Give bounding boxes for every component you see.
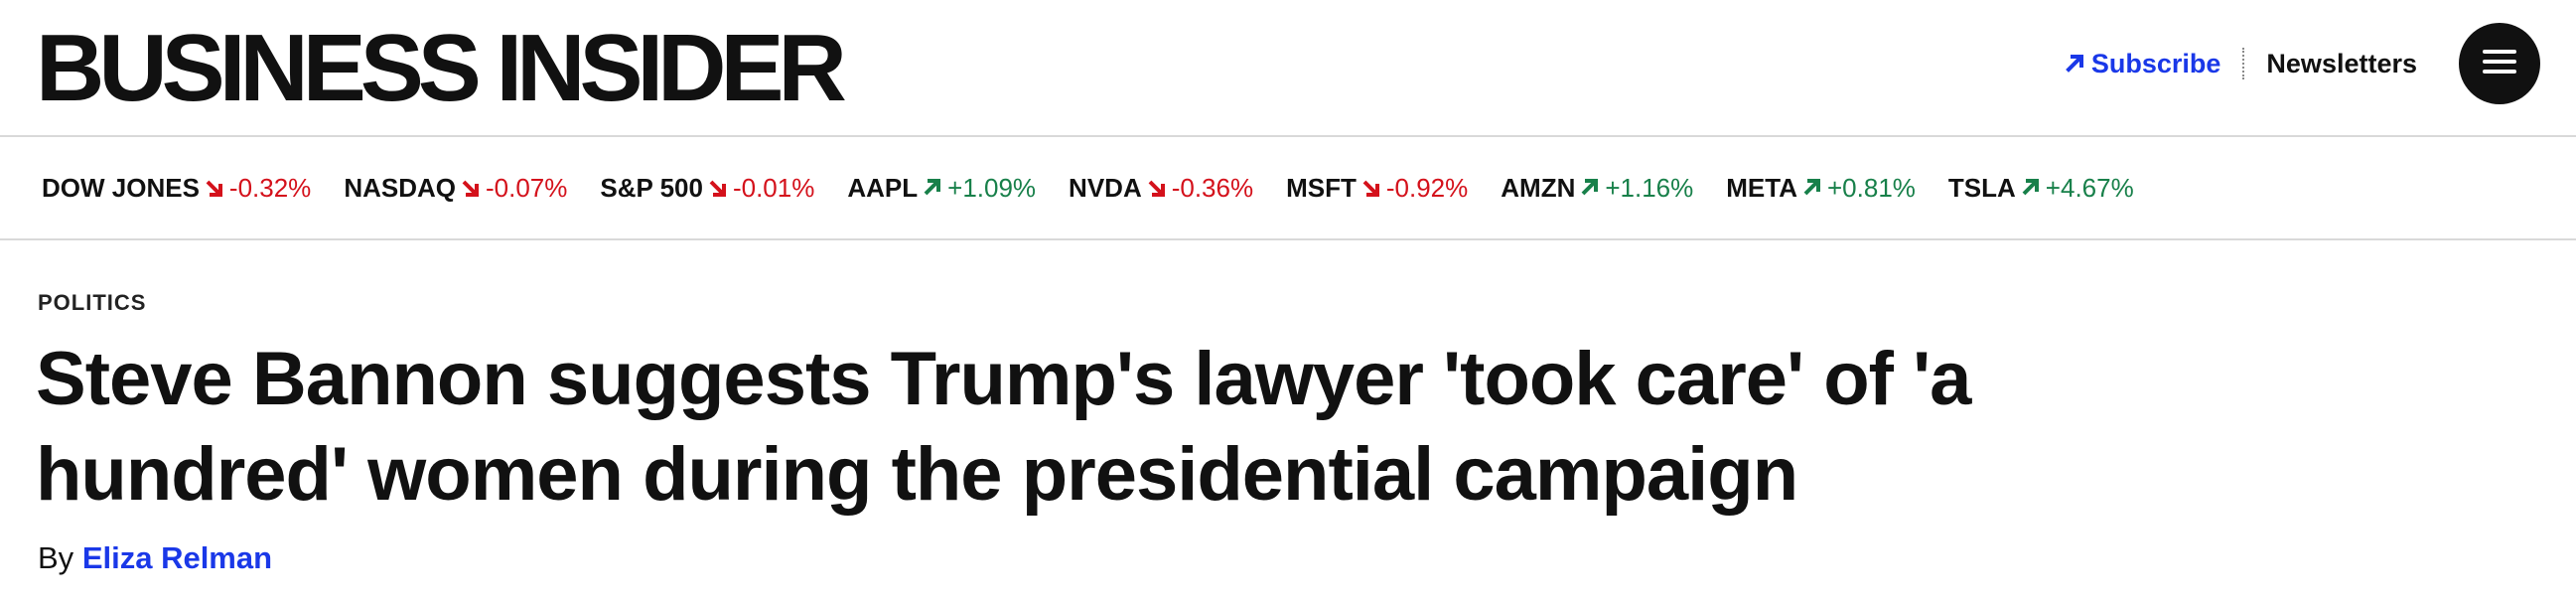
arrow-up-right-icon bbox=[2064, 53, 2085, 75]
ticker-change: -0.07% bbox=[485, 172, 568, 203]
market-ticker: DOW JONES -0.32% NASDAQ -0.07% S&P 500 -0.01%… bbox=[0, 137, 2576, 240]
ticker-symbol: NVDA bbox=[1069, 172, 1142, 203]
byline: By Eliza Relman bbox=[38, 540, 272, 576]
arrow-up-right-icon bbox=[2020, 178, 2040, 198]
site-header: BUSINESS INSIDER Subscribe Newsletters bbox=[0, 0, 2576, 137]
menu-button[interactable] bbox=[2459, 23, 2540, 104]
arrow-down-right-icon bbox=[1146, 178, 1166, 198]
site-logo[interactable]: BUSINESS INSIDER bbox=[36, 14, 847, 123]
ticker-item[interactable]: AAPL +1.09% bbox=[847, 173, 1036, 204]
ticker-symbol: TSLA bbox=[1947, 172, 2016, 203]
arrow-down-right-icon bbox=[460, 178, 480, 198]
ticker-item[interactable]: META +0.81% bbox=[1726, 173, 1916, 204]
header-divider bbox=[2242, 48, 2245, 79]
ticker-change: -0.01% bbox=[732, 172, 815, 203]
headline-line-1: Steve Bannon suggests Trump's lawyer 'to… bbox=[36, 337, 1971, 421]
arrow-down-right-icon bbox=[707, 178, 727, 198]
ticker-symbol: DOW JONES bbox=[42, 172, 200, 203]
hamburger-menu-icon bbox=[2483, 49, 2516, 79]
ticker-symbol: AMZN bbox=[1501, 172, 1576, 203]
arrow-up-right-icon bbox=[922, 178, 941, 198]
arrow-down-right-icon bbox=[204, 178, 223, 198]
ticker-symbol: AAPL bbox=[847, 172, 919, 203]
ticker-symbol: META bbox=[1726, 172, 1797, 203]
ticker-change: -0.92% bbox=[1385, 172, 1469, 203]
ticker-change: -0.32% bbox=[228, 172, 312, 203]
subscribe-label: Subscribe bbox=[2090, 48, 2221, 78]
ticker-symbol: S&P 500 bbox=[600, 172, 703, 203]
header-actions: Subscribe Newsletters bbox=[2064, 22, 2540, 105]
ticker-change: +0.81% bbox=[1827, 172, 1916, 203]
byline-prefix: By bbox=[38, 540, 74, 575]
arrow-up-right-icon bbox=[1579, 178, 1599, 198]
ticker-item[interactable]: TSLA +4.67% bbox=[1948, 173, 2134, 204]
article-category[interactable]: POLITICS bbox=[38, 290, 146, 316]
arrow-up-right-icon bbox=[1801, 178, 1821, 198]
ticker-item[interactable]: DOW JONES -0.32% bbox=[42, 173, 311, 204]
ticker-change: +1.16% bbox=[1605, 172, 1694, 203]
ticker-item[interactable]: AMZN +1.16% bbox=[1501, 173, 1693, 204]
ticker-item[interactable]: MSFT -0.92% bbox=[1286, 173, 1468, 204]
ticker-change: -0.36% bbox=[1171, 172, 1254, 203]
ticker-item[interactable]: S&P 500 -0.01% bbox=[600, 173, 814, 204]
ticker-change: +1.09% bbox=[947, 172, 1037, 203]
headline-line-2: hundred' women during the presidential c… bbox=[36, 432, 1798, 517]
ticker-change: +4.67% bbox=[2045, 172, 2134, 203]
subscribe-link[interactable]: Subscribe bbox=[2064, 48, 2221, 79]
ticker-item[interactable]: NVDA -0.36% bbox=[1069, 173, 1253, 204]
ticker-symbol: MSFT bbox=[1286, 172, 1357, 203]
newsletters-link[interactable]: Newsletters bbox=[2266, 49, 2417, 79]
ticker-item[interactable]: NASDAQ -0.07% bbox=[344, 173, 567, 204]
article-headline: Steve Bannon suggests Trump's lawyer 'to… bbox=[36, 332, 2171, 523]
author-link[interactable]: Eliza Relman bbox=[82, 540, 272, 575]
arrow-down-right-icon bbox=[1360, 178, 1380, 198]
ticker-symbol: NASDAQ bbox=[344, 172, 456, 203]
